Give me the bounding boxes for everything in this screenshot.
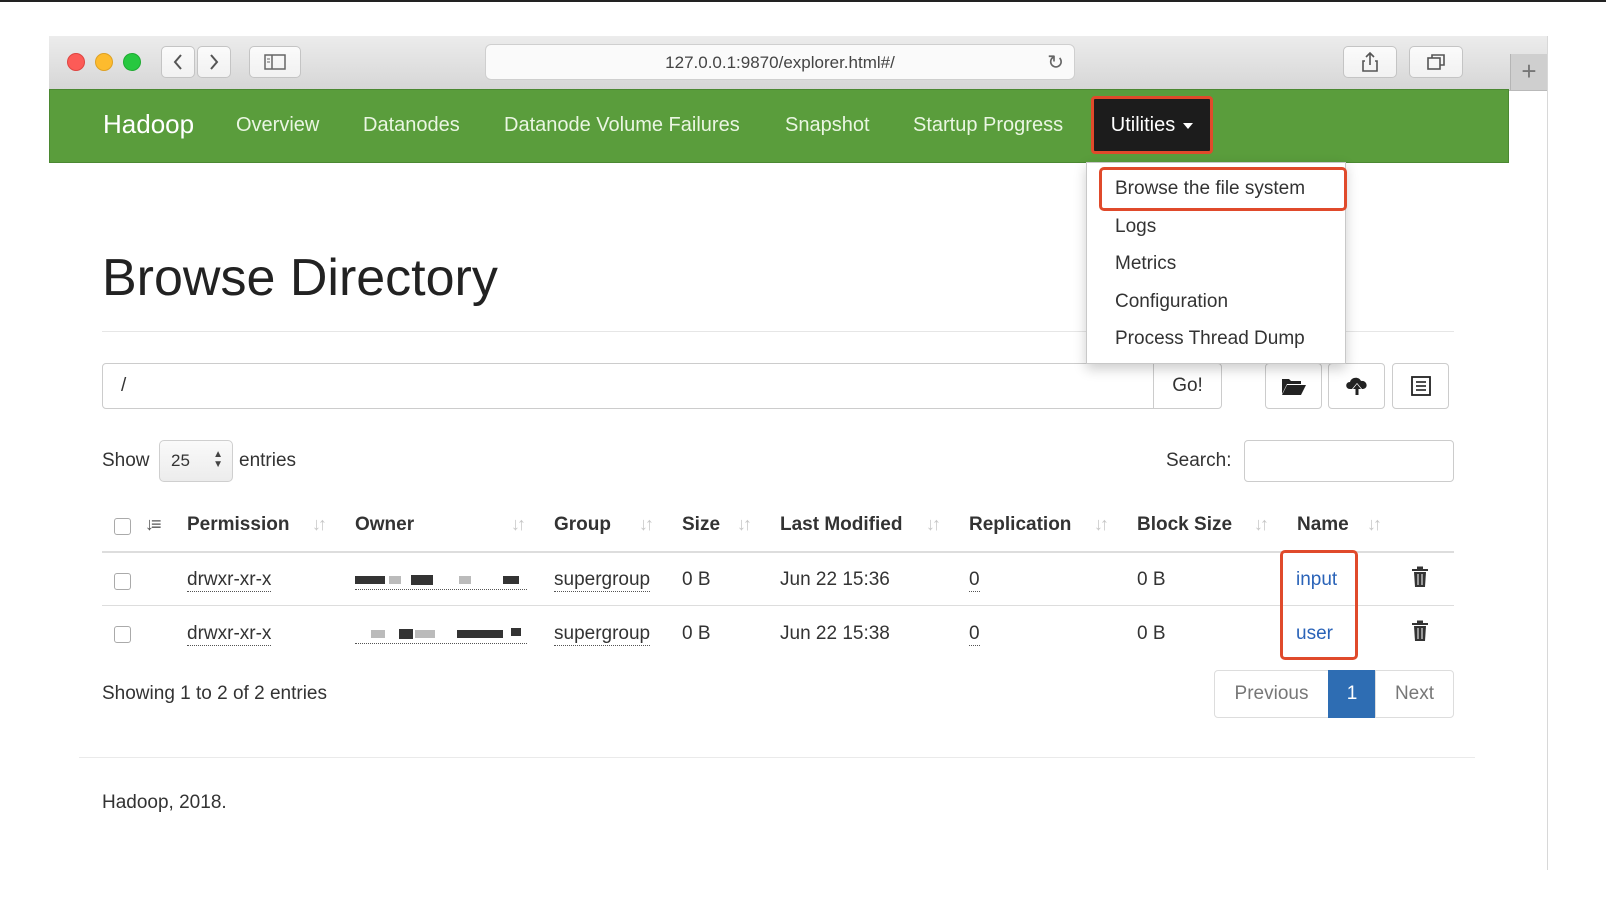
row-checkbox[interactable] bbox=[114, 626, 131, 643]
sort-icon[interactable]: ↓↑ bbox=[639, 514, 654, 535]
col-header-block-size[interactable]: Block Size bbox=[1137, 514, 1232, 536]
col-header-group[interactable]: Group bbox=[554, 514, 611, 536]
address-bar[interactable]: 127.0.0.1:9870/explorer.html#/ ↻ bbox=[485, 44, 1075, 80]
forward-button[interactable] bbox=[197, 46, 231, 78]
block-size-cell: 0 B bbox=[1137, 623, 1166, 644]
page-size-value: 25 bbox=[171, 451, 190, 470]
chevron-left-icon bbox=[173, 54, 182, 70]
share-icon bbox=[1362, 51, 1378, 72]
nav-startup-progress[interactable]: Startup Progress bbox=[913, 114, 1063, 137]
menu-item-logs[interactable]: Logs bbox=[1115, 216, 1156, 238]
nav-overview[interactable]: Overview bbox=[236, 114, 319, 137]
show-label: Show bbox=[102, 450, 150, 471]
entries-label: entries bbox=[239, 450, 297, 471]
modified-cell: Jun 22 15:36 bbox=[780, 569, 890, 590]
cut-paste-button[interactable] bbox=[1392, 363, 1449, 409]
group-cell[interactable]: supergroup bbox=[554, 569, 651, 592]
size-cell: 0 B bbox=[682, 569, 711, 590]
sort-icon[interactable]: ↓↑ bbox=[1254, 514, 1269, 535]
caret-down-icon bbox=[1183, 123, 1194, 129]
list-alt-icon bbox=[1410, 376, 1431, 396]
col-header-owner[interactable]: Owner bbox=[355, 514, 414, 536]
block-size-cell: 0 B bbox=[1137, 569, 1166, 590]
col-header-name[interactable]: Name bbox=[1297, 514, 1349, 536]
cloud-upload-icon bbox=[1345, 377, 1367, 396]
nav-utilities-dropdown[interactable]: Utilities bbox=[1091, 96, 1213, 154]
minimize-window-button[interactable] bbox=[95, 53, 113, 71]
modified-cell: Jun 22 15:38 bbox=[780, 623, 890, 644]
row-divider bbox=[102, 605, 1454, 606]
reload-icon[interactable]: ↻ bbox=[1047, 50, 1064, 75]
name-column-highlight-box bbox=[1280, 550, 1358, 660]
nav-snapshot[interactable]: Snapshot bbox=[785, 114, 870, 137]
row-checkbox[interactable] bbox=[114, 573, 131, 590]
permission-cell[interactable]: drwxr-xr-x bbox=[187, 569, 272, 592]
previous-page-button[interactable]: Previous bbox=[1214, 670, 1329, 718]
footer-divider bbox=[79, 757, 1475, 758]
replication-cell[interactable]: 0 bbox=[969, 569, 980, 592]
col-header-size[interactable]: Size bbox=[682, 514, 720, 536]
sort-icon[interactable]: ↓↑ bbox=[511, 514, 526, 535]
sort-asc-icon[interactable]: ↓≡ bbox=[145, 514, 161, 535]
trash-icon[interactable] bbox=[1411, 620, 1429, 642]
owner-cell-redacted bbox=[355, 569, 527, 590]
menu-item-process-thread-dump[interactable]: Process Thread Dump bbox=[1115, 328, 1305, 350]
search-input[interactable] bbox=[1244, 440, 1454, 482]
top-border bbox=[0, 0, 1606, 2]
url-text: 127.0.0.1:9870/explorer.html#/ bbox=[665, 53, 895, 72]
menu-item-configuration[interactable]: Configuration bbox=[1115, 291, 1228, 313]
group-cell[interactable]: supergroup bbox=[554, 623, 651, 646]
create-directory-button[interactable] bbox=[1265, 363, 1322, 409]
next-page-button[interactable]: Next bbox=[1375, 670, 1454, 718]
brand-logo[interactable]: Hadoop bbox=[103, 109, 194, 140]
go-button[interactable]: Go! bbox=[1153, 363, 1222, 409]
footer-text: Hadoop, 2018. bbox=[102, 792, 227, 813]
tabs-overview-button[interactable] bbox=[1409, 46, 1463, 78]
sort-icon[interactable]: ↓↑ bbox=[1094, 514, 1109, 535]
nav-datanode-volume-failures[interactable]: Datanode Volume Failures bbox=[504, 114, 740, 137]
sort-icon[interactable]: ↓↑ bbox=[737, 514, 752, 535]
table-info: Showing 1 to 2 of 2 entries bbox=[102, 683, 327, 704]
browser-window: 127.0.0.1:9870/explorer.html#/ ↻ + Hadoo… bbox=[49, 36, 1548, 870]
back-button[interactable] bbox=[161, 46, 195, 78]
select-arrows-icon: ▲ ▼ bbox=[213, 449, 223, 470]
col-header-permission[interactable]: Permission bbox=[187, 514, 289, 536]
close-window-button[interactable] bbox=[67, 53, 85, 71]
chevron-right-icon bbox=[210, 54, 219, 70]
new-tab-plus-icon[interactable]: + bbox=[1510, 54, 1547, 90]
select-all-checkbox[interactable] bbox=[114, 518, 131, 535]
menu-item-browse-file-system[interactable]: Browse the file system bbox=[1115, 178, 1305, 200]
trash-icon[interactable] bbox=[1411, 566, 1429, 588]
table-header-divider bbox=[102, 551, 1454, 553]
sidebar-icon bbox=[264, 54, 286, 70]
zoom-window-button[interactable] bbox=[123, 53, 141, 71]
search-label: Search: bbox=[1166, 450, 1232, 471]
size-cell: 0 B bbox=[682, 623, 711, 644]
sort-icon[interactable]: ↓↑ bbox=[926, 514, 941, 535]
browser-titlebar: 127.0.0.1:9870/explorer.html#/ ↻ + bbox=[49, 36, 1547, 91]
replication-cell[interactable]: 0 bbox=[969, 623, 980, 646]
owner-cell-redacted bbox=[355, 623, 527, 644]
share-button[interactable] bbox=[1343, 46, 1397, 78]
sidebar-toggle-button[interactable] bbox=[249, 46, 301, 78]
menu-item-metrics[interactable]: Metrics bbox=[1115, 253, 1176, 275]
folder-open-icon bbox=[1281, 379, 1306, 395]
utilities-dropdown-menu: Browse the file system Logs Metrics Conf… bbox=[1086, 162, 1347, 364]
permission-cell[interactable]: drwxr-xr-x bbox=[187, 623, 272, 646]
tabs-icon bbox=[1427, 54, 1445, 70]
sort-icon[interactable]: ↓↑ bbox=[312, 514, 327, 535]
directory-path-input[interactable]: / bbox=[102, 363, 1154, 409]
col-header-last-modified[interactable]: Last Modified bbox=[780, 514, 902, 536]
col-header-replication[interactable]: Replication bbox=[969, 514, 1071, 536]
nav-datanodes[interactable]: Datanodes bbox=[363, 114, 460, 137]
upload-button[interactable] bbox=[1328, 363, 1385, 409]
utilities-label: Utilities bbox=[1110, 113, 1176, 136]
hadoop-navbar: Hadoop Overview Datanodes Datanode Volum… bbox=[49, 89, 1509, 163]
page-title: Browse Directory bbox=[102, 249, 498, 307]
page-size-select[interactable]: 25 ▲ ▼ bbox=[159, 440, 233, 482]
sort-icon[interactable]: ↓↑ bbox=[1367, 514, 1382, 535]
page-1-button[interactable]: 1 bbox=[1328, 670, 1376, 718]
